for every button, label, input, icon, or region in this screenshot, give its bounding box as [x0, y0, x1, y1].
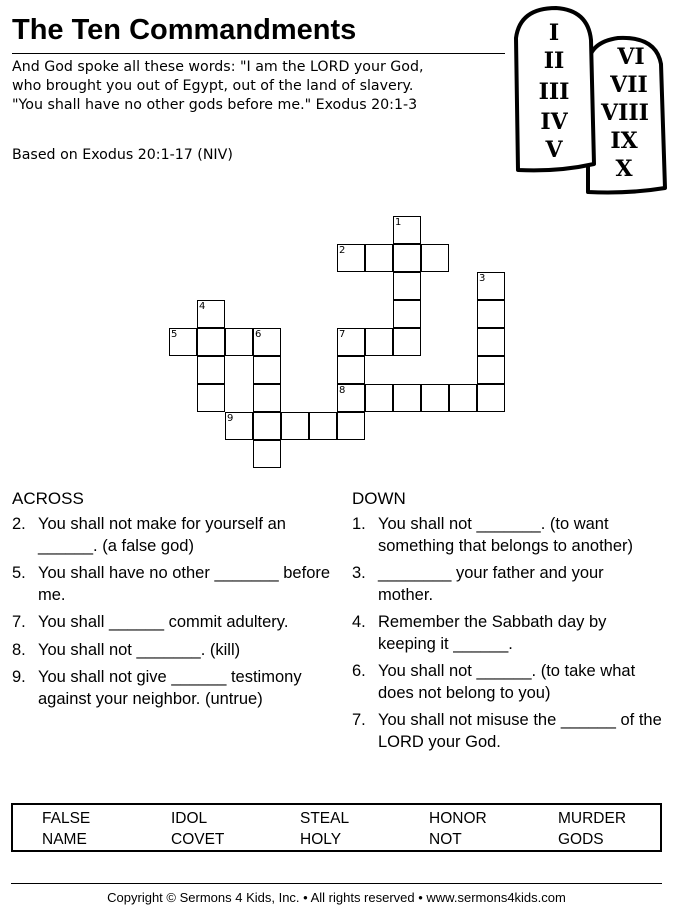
word-bank-word: NOT: [429, 831, 462, 848]
crossword-cell[interactable]: [477, 356, 505, 384]
crossword-cell[interactable]: [225, 328, 253, 356]
clue-number: 6.: [352, 662, 366, 680]
crossword-cell[interactable]: [393, 328, 421, 356]
clue-number: 8.: [12, 640, 26, 659]
across-clues: ACROSS 2. You shall not make for yourself…: [12, 489, 332, 716]
word-bank-word: HOLY: [300, 831, 342, 848]
clue-number: 2.: [12, 515, 26, 533]
word-bank-word: FALSE: [42, 810, 91, 827]
crossword-cell[interactable]: 4: [197, 300, 225, 328]
clue-number: 3.: [352, 564, 366, 582]
word-bank-word: MURDER: [558, 810, 627, 827]
crossword-cell[interactable]: [421, 244, 449, 272]
crossword-cell[interactable]: 5: [169, 328, 197, 356]
crossword-cell[interactable]: 1: [393, 216, 421, 244]
crossword-cell[interactable]: [197, 384, 225, 412]
down-clue: 3. ________ your father and your mother.: [352, 563, 662, 606]
word-bank-word: COVET: [171, 831, 225, 848]
clue-number: 9: [227, 413, 234, 424]
crossword-cell[interactable]: [309, 412, 337, 440]
across-clue: 8. You shall not _______. (kill): [12, 640, 332, 662]
clue-number: 7: [339, 329, 346, 340]
crossword-cell[interactable]: [393, 300, 421, 328]
crossword-cell[interactable]: [449, 384, 477, 412]
across-clue: 7. You shall ______ commit adultery.: [12, 612, 332, 634]
clue-number: 3: [479, 273, 486, 284]
across-clue: 9. You shall not give ______ testimony ag…: [12, 667, 332, 710]
clue-text: You shall not ______. (to take what does…: [378, 662, 636, 702]
clue-number: 5.: [12, 564, 26, 582]
clue-number: 4: [199, 301, 206, 312]
crossword-cell[interactable]: 7: [337, 328, 365, 356]
crossword-cell[interactable]: [477, 384, 505, 412]
down-clue: 7. You shall not misuse the ______ of the…: [352, 710, 662, 753]
word-bank-word: IDOL: [171, 810, 208, 827]
crossword-cell[interactable]: [281, 412, 309, 440]
clue-text: You shall not misuse the ______ of the L…: [378, 711, 662, 751]
crossword-cell[interactable]: [337, 412, 365, 440]
crossword-cell[interactable]: 9: [225, 412, 253, 440]
clue-number: 7.: [352, 711, 366, 729]
clue-text: You shall ______ commit adultery.: [38, 613, 289, 631]
crossword-cell[interactable]: [337, 356, 365, 384]
across-heading: ACROSS: [12, 489, 84, 508]
down-heading: DOWN: [352, 489, 406, 508]
crossword-cell[interactable]: [197, 328, 225, 356]
copyright-footer: Copyright © Sermons 4 Kids, Inc. • All r…: [107, 890, 566, 905]
word-bank-word: NAME: [42, 831, 87, 848]
crossword-cell[interactable]: [365, 328, 393, 356]
crossword-cell[interactable]: [365, 244, 393, 272]
crossword-cell[interactable]: [393, 272, 421, 300]
clue-number: 8: [339, 385, 346, 396]
crossword-cell[interactable]: [253, 412, 281, 440]
clue-text: You shall not _______. (to want somethin…: [378, 515, 634, 555]
crossword-cell[interactable]: [365, 384, 393, 412]
crossword-cell[interactable]: 2: [337, 244, 365, 272]
crossword-cell[interactable]: [477, 328, 505, 356]
clue-number: 1: [395, 217, 402, 228]
crossword-cell[interactable]: [393, 244, 421, 272]
clue-text: ________ your father and your mother.: [378, 564, 604, 604]
clue-number: 2: [339, 245, 346, 256]
clue-number: 6: [255, 329, 262, 340]
clue-text: You shall not make for yourself an _____…: [38, 515, 286, 555]
crossword-cell[interactable]: [253, 384, 281, 412]
crossword-cell[interactable]: 3: [477, 272, 505, 300]
down-clues: DOWN 1. You shall not _______. (to want s…: [352, 489, 662, 759]
clue-number: 7.: [12, 613, 26, 631]
crossword-cell[interactable]: [197, 356, 225, 384]
clue-text: You shall not _______. (kill): [38, 640, 241, 659]
clue-number: 5: [171, 329, 178, 340]
word-bank: FALSE IDOL STEAL HONOR MURDER NAME COVET HOLY NO…: [11, 803, 662, 852]
clue-text: You shall have no other _______ before m…: [38, 564, 331, 604]
crossword-cell[interactable]: [253, 440, 281, 468]
clue-number: 4.: [352, 613, 366, 631]
crossword-cell[interactable]: [393, 384, 421, 412]
down-clue: 6. You shall not ______. (to take what do…: [352, 661, 662, 704]
crossword-grid: 1 2 3 4 5 6 7 8 9: [0, 0, 673, 480]
crossword-cell[interactable]: [421, 384, 449, 412]
down-clue: 1. You shall not _______. (to want someth…: [352, 514, 662, 557]
clue-text: Remember the Sabbath day by keeping it _…: [378, 613, 607, 653]
clue-number: 1.: [352, 515, 366, 533]
crossword-cell[interactable]: 6: [253, 328, 281, 356]
footer-divider: [11, 883, 662, 884]
down-clue: 4. Remember the Sabbath day by keeping it…: [352, 612, 662, 655]
word-bank-word: GODS: [558, 831, 604, 848]
across-clue: 5. You shall have no other _______ before…: [12, 563, 332, 606]
crossword-cell[interactable]: [253, 356, 281, 384]
across-clue: 2. You shall not make for yourself an ___…: [12, 514, 332, 557]
clue-text: You shall not give ______ testimony agai…: [38, 668, 302, 708]
word-bank-word: HONOR: [429, 810, 487, 827]
crossword-cell[interactable]: [477, 300, 505, 328]
crossword-cell[interactable]: 8: [337, 384, 365, 412]
word-bank-word: STEAL: [300, 810, 350, 827]
clue-number: 9.: [12, 668, 26, 686]
